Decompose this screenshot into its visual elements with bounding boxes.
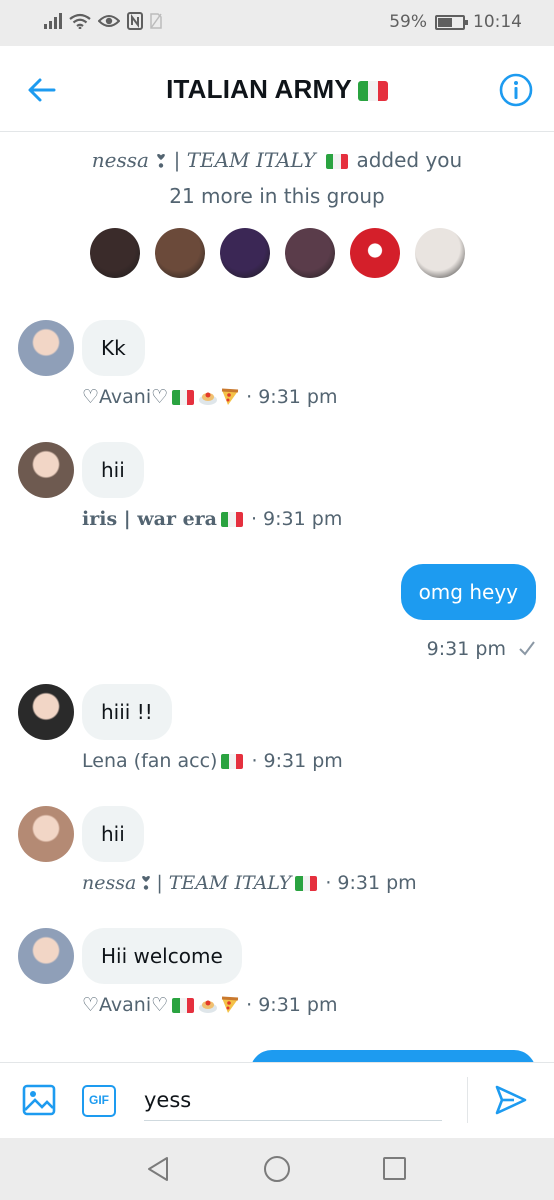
message-composer: GIF bbox=[0, 1062, 554, 1138]
message-time: 9:31 pm bbox=[263, 508, 343, 530]
message-time: 9:31 pm bbox=[263, 750, 343, 772]
message-bubble[interactable]: hiii !! bbox=[82, 684, 172, 740]
member-avatar[interactable] bbox=[284, 228, 335, 278]
message-bubble[interactable]: Hii welcome bbox=[82, 928, 242, 984]
italy-flag-icon bbox=[326, 154, 349, 169]
message-item: Hii welcome ♡Avani♡ · 9:31 pm bbox=[18, 928, 338, 1016]
gif-button[interactable]: GIF bbox=[82, 1085, 116, 1117]
group-name: ITALIAN ARMY bbox=[166, 74, 352, 104]
message-item: hii nessa | TEAM ITALY · 9:31 pm bbox=[18, 806, 417, 894]
sender-name[interactable]: Lena (fan acc) bbox=[82, 750, 217, 772]
member-avatar[interactable] bbox=[414, 228, 465, 278]
sender-avatar[interactable] bbox=[18, 442, 74, 498]
outgoing-meta: 9:31 pm bbox=[401, 638, 536, 660]
composer-divider bbox=[467, 1077, 468, 1123]
signal-icon bbox=[44, 13, 62, 29]
status-icons-right: 59% 10:14 bbox=[389, 12, 522, 32]
sender-avatar[interactable] bbox=[18, 684, 74, 740]
member-avatar[interactable] bbox=[349, 228, 400, 278]
member-avatar[interactable] bbox=[154, 228, 205, 278]
message-item: hiii !! Lena (fan acc) · 9:31 pm bbox=[18, 684, 343, 772]
italy-flag-icon bbox=[295, 875, 318, 891]
italy-flag-icon bbox=[221, 511, 243, 527]
send-icon[interactable] bbox=[494, 1083, 528, 1117]
sender-name[interactable]: nessa bbox=[82, 872, 136, 894]
no-sim-icon bbox=[150, 13, 162, 29]
pizza-icon bbox=[222, 388, 239, 405]
message-meta: iris | war era · 9:31 pm bbox=[82, 508, 343, 530]
member-avatar[interactable] bbox=[219, 228, 270, 278]
sender-name[interactable]: iris | war era bbox=[82, 508, 217, 530]
pasta-icon bbox=[199, 392, 218, 405]
outgoing-message: omg heyy 9:31 pm bbox=[400, 564, 536, 660]
message-time: 9:31 pm bbox=[258, 994, 338, 1016]
checkmark-icon bbox=[519, 641, 535, 656]
message-bubble[interactable]: Kk bbox=[82, 320, 145, 376]
wifi-icon bbox=[69, 13, 91, 29]
image-icon[interactable] bbox=[22, 1083, 56, 1117]
triangle-back-icon[interactable] bbox=[146, 1156, 170, 1182]
message-bubble[interactable]: hii bbox=[82, 442, 144, 498]
heart-exclamation-icon bbox=[157, 154, 166, 168]
conversation-title[interactable]: ITALIAN ARMY bbox=[0, 74, 554, 105]
message-meta: Lena (fan acc) · 9:31 pm bbox=[82, 750, 343, 772]
member-count[interactable]: 21 more in this group bbox=[0, 178, 554, 214]
message-time: 9:31 pm bbox=[337, 872, 417, 894]
status-icons-left bbox=[44, 12, 162, 30]
outgoing-time: 9:31 pm bbox=[426, 638, 506, 660]
pizza-icon bbox=[222, 996, 239, 1013]
message-meta: ♡Avani♡ · 9:31 pm bbox=[82, 386, 338, 408]
nfc-icon bbox=[127, 12, 143, 30]
eye-icon bbox=[98, 15, 120, 27]
battery-icon bbox=[435, 14, 468, 30]
sender-name[interactable]: ♡Avani♡ bbox=[82, 994, 168, 1016]
group-info: nessa | TEAM ITALY added you 21 more in … bbox=[0, 142, 554, 278]
sender-name[interactable]: ♡Avani♡ bbox=[82, 386, 168, 408]
sender-avatar[interactable] bbox=[18, 320, 74, 376]
added-you-line: nessa | TEAM ITALY added you bbox=[0, 142, 554, 178]
status-time: 10:14 bbox=[473, 12, 522, 32]
battery-percent: 59% bbox=[389, 12, 427, 32]
message-time: 9:31 pm bbox=[258, 386, 338, 408]
status-bar: 59% 10:14 bbox=[0, 0, 554, 46]
message-meta: ♡Avani♡ · 9:31 pm bbox=[82, 994, 338, 1016]
sender-team: | TEAM ITALY bbox=[156, 872, 292, 894]
message-item: Kk ♡Avani♡ · 9:31 pm bbox=[18, 320, 338, 408]
conversation-header: ITALIAN ARMY bbox=[0, 46, 554, 132]
italy-flag-icon bbox=[221, 753, 244, 769]
member-avatar[interactable] bbox=[89, 228, 140, 278]
heart-exclamation-icon bbox=[142, 876, 151, 890]
circle-home-icon[interactable] bbox=[264, 1156, 290, 1182]
info-icon[interactable] bbox=[498, 72, 534, 108]
system-navbar bbox=[0, 1138, 554, 1200]
pasta-icon bbox=[199, 1000, 218, 1013]
battery-level bbox=[438, 17, 453, 27]
message-item: hii iris | war era · 9:31 pm bbox=[18, 442, 342, 530]
square-recent-icon[interactable] bbox=[383, 1157, 406, 1180]
member-avatars[interactable] bbox=[0, 228, 554, 278]
message-meta: nessa | TEAM ITALY · 9:31 pm bbox=[82, 872, 417, 894]
adder-name: nessa bbox=[91, 148, 149, 172]
italy-flag-icon bbox=[172, 389, 195, 405]
adder-team: | TEAM ITALY bbox=[173, 148, 316, 172]
message-input[interactable] bbox=[144, 1079, 442, 1121]
message-bubble[interactable]: hii bbox=[82, 806, 144, 862]
outgoing-bubble[interactable]: omg heyy bbox=[400, 564, 536, 620]
italy-flag-icon bbox=[172, 997, 195, 1013]
sender-avatar[interactable] bbox=[18, 928, 74, 984]
italy-flag-icon bbox=[357, 81, 388, 101]
sender-avatar[interactable] bbox=[18, 806, 74, 862]
added-you-text: added you bbox=[356, 148, 463, 172]
